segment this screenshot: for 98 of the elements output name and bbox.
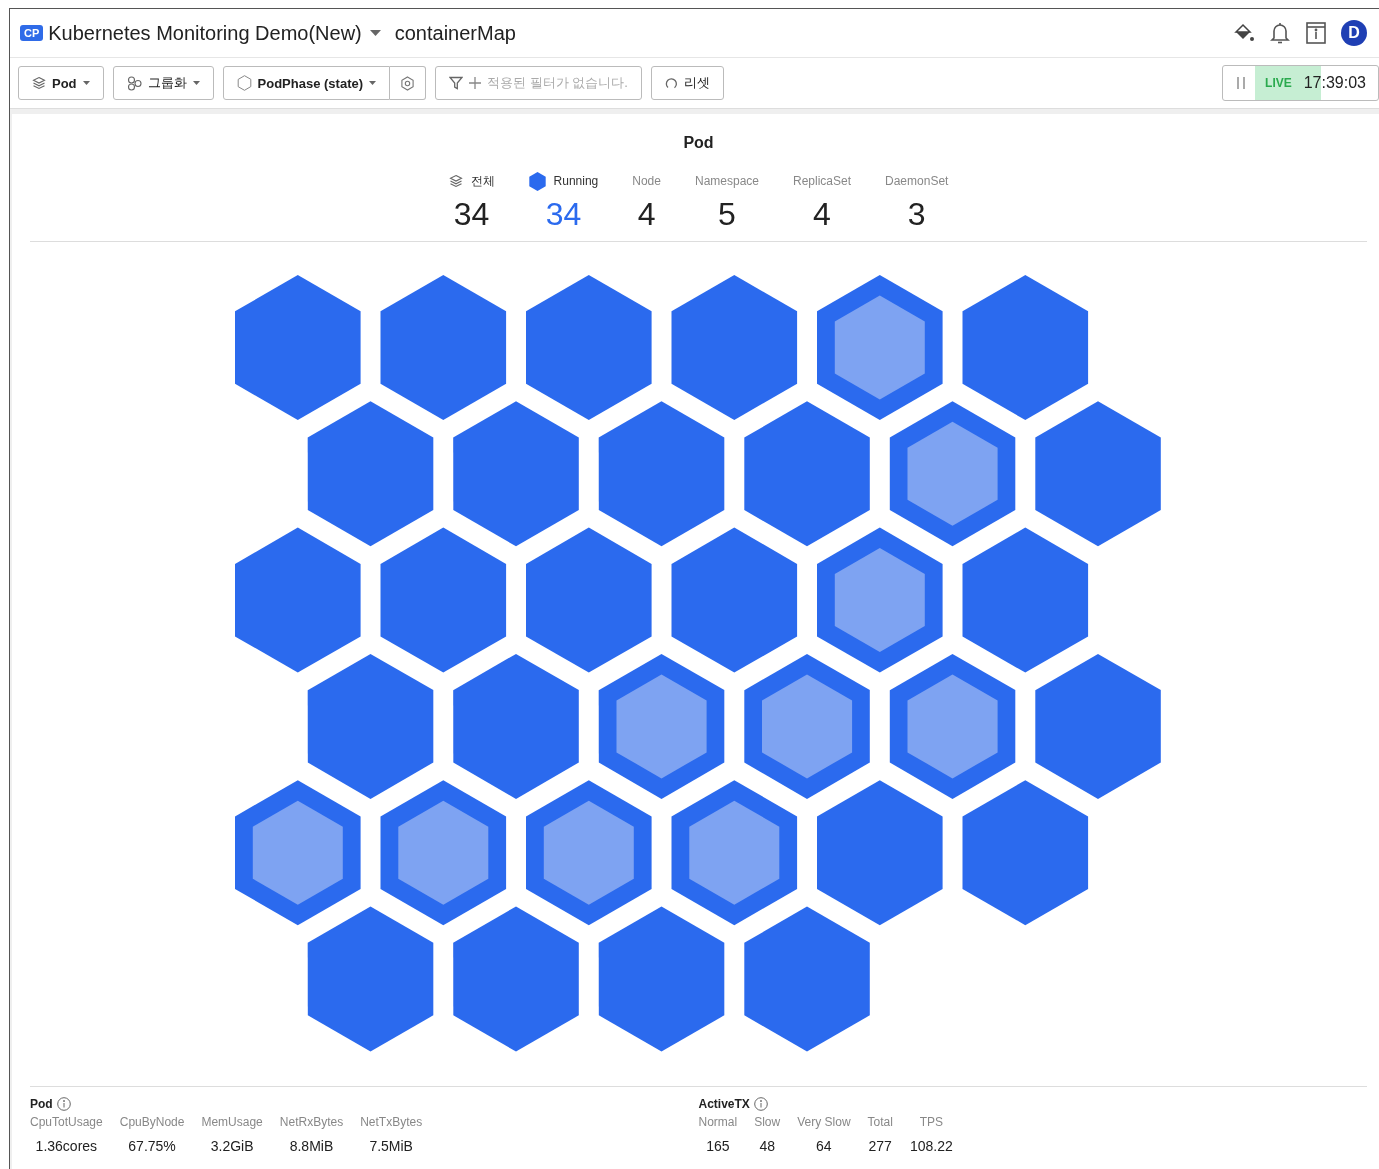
- metric-group-title: ActiveTX: [698, 1097, 750, 1111]
- filter-icon: [449, 76, 464, 90]
- stat-label: 전체: [470, 172, 495, 190]
- stat-label: ReplicaSet: [793, 174, 852, 188]
- pod-hexagon[interactable]: [380, 527, 506, 673]
- metric-label: Normal: [698, 1115, 738, 1129]
- hexagon-icon: [236, 75, 252, 91]
- dropdown-button[interactable]: PodPhase (state): [222, 66, 391, 100]
- stat-label: DaemonSet: [885, 174, 949, 188]
- pod-hexagon[interactable]: [452, 401, 579, 547]
- pod-hexagon[interactable]: [380, 780, 506, 926]
- project-title[interactable]: Kubernetes Monitoring Demo(New): [48, 21, 362, 45]
- pod-hexagon[interactable]: [598, 906, 724, 1052]
- layers-icon: [448, 174, 463, 188]
- pod-hexagon[interactable]: [671, 527, 797, 673]
- pod-hexagon[interactable]: [452, 653, 579, 799]
- metric-label: NetRxBytes: [279, 1115, 344, 1129]
- metric-value: 8.8MiB: [289, 1138, 334, 1154]
- caret-icon: [192, 81, 200, 85]
- pod-hexagon[interactable]: [962, 780, 1088, 926]
- pod-hexagon[interactable]: [380, 275, 506, 420]
- pod-hexagon[interactable]: [671, 275, 797, 420]
- info-book-icon[interactable]: [1305, 21, 1327, 45]
- metric-label: MemUsage: [201, 1115, 263, 1129]
- caret-icon[interactable]: [369, 30, 381, 36]
- stat-value: 4: [813, 196, 831, 233]
- layers-icon: [32, 76, 46, 90]
- pod-hexagon[interactable]: [234, 780, 361, 926]
- metric-value: 3.2GiB: [210, 1138, 254, 1154]
- pod-hexagon[interactable]: [234, 527, 361, 673]
- pause-icon: [1237, 77, 1246, 89]
- metric-value: 277: [868, 1138, 892, 1154]
- caret-icon: [82, 81, 90, 85]
- stat-label: Running: [553, 174, 599, 188]
- stat-label: Namespace: [694, 174, 759, 188]
- metric-value: 48: [759, 1138, 775, 1154]
- pod-hexagon[interactable]: [816, 780, 943, 926]
- pod-hexagon[interactable]: [525, 275, 652, 420]
- pod-hexagon[interactable]: [816, 527, 943, 673]
- metric-label: Total: [867, 1115, 893, 1129]
- dropdown-button[interactable]: Pod: [18, 66, 104, 100]
- pod-hexagon[interactable]: [816, 275, 943, 420]
- pod-hexagon[interactable]: [452, 906, 579, 1052]
- pod-hexagon[interactable]: [962, 527, 1088, 673]
- metric-value: 108.22: [909, 1138, 953, 1154]
- pod-hexagon[interactable]: [743, 401, 870, 547]
- metric-value: 7.5MiB: [369, 1138, 413, 1154]
- caret-icon: [369, 81, 377, 85]
- app-badge: CP: [20, 25, 44, 41]
- stat-value: 34: [453, 196, 490, 233]
- metric-label: CpuTotUsage: [30, 1115, 103, 1129]
- dropdown-button[interactable]: 그룹화: [112, 66, 214, 100]
- pod-hexagon[interactable]: [307, 653, 433, 799]
- pod-hexagon[interactable]: [307, 906, 433, 1052]
- pod-hexagon[interactable]: [743, 906, 870, 1052]
- metric-label: CpuByNode: [119, 1115, 185, 1129]
- stat-value: 5: [718, 196, 736, 233]
- metric-value: 67.75%: [128, 1138, 176, 1154]
- reset-button[interactable]: 리셋: [650, 66, 724, 100]
- stat-value: 34: [545, 196, 582, 233]
- live-time: 17:39:03: [1303, 74, 1366, 92]
- refresh-icon: [664, 76, 678, 90]
- hexagon-icon: [528, 171, 546, 191]
- stat-label: Node: [632, 174, 661, 188]
- pod-hexagon[interactable]: [598, 653, 724, 799]
- settings-button[interactable]: [390, 66, 427, 100]
- pod-hexagon[interactable]: [1034, 653, 1161, 799]
- page-title: containerMap: [394, 21, 516, 45]
- pod-hexagon[interactable]: [671, 780, 797, 926]
- pod-hexagon[interactable]: [889, 401, 1015, 547]
- map-title: Pod: [682, 134, 715, 152]
- pod-hexagon[interactable]: [234, 275, 361, 420]
- info-icon[interactable]: [753, 1097, 768, 1111]
- group-icon: [126, 75, 142, 91]
- pod-hexagon[interactable]: [525, 780, 652, 926]
- metric-value: 64: [816, 1138, 832, 1154]
- pod-hexagon[interactable]: [307, 401, 433, 547]
- paint-bucket-icon[interactable]: [1233, 22, 1255, 44]
- pod-hexagon[interactable]: [889, 653, 1015, 799]
- stat-value: 4: [637, 196, 656, 233]
- pod-hexagon[interactable]: [743, 653, 870, 799]
- settings-icon: [400, 75, 416, 91]
- pod-hexagon[interactable]: [1034, 401, 1161, 547]
- metric-value: 165: [706, 1138, 730, 1154]
- metric-label: Very Slow: [797, 1115, 851, 1129]
- stat-value: 3: [907, 196, 926, 233]
- info-icon[interactable]: [56, 1097, 71, 1111]
- metric-group-title: Pod: [30, 1097, 53, 1111]
- pod-hexagon[interactable]: [962, 275, 1088, 420]
- bell-icon[interactable]: [1269, 21, 1291, 45]
- metric-label: TPS: [919, 1115, 943, 1129]
- pod-hexagon[interactable]: [598, 401, 724, 547]
- pod-hexagon[interactable]: [525, 527, 652, 673]
- plus-icon: [469, 77, 482, 89]
- metric-value: 1.36cores: [35, 1138, 98, 1154]
- metric-label: Slow: [754, 1115, 781, 1129]
- metric-label: NetTxBytes: [360, 1115, 423, 1129]
- user-avatar[interactable]: D: [1341, 20, 1367, 46]
